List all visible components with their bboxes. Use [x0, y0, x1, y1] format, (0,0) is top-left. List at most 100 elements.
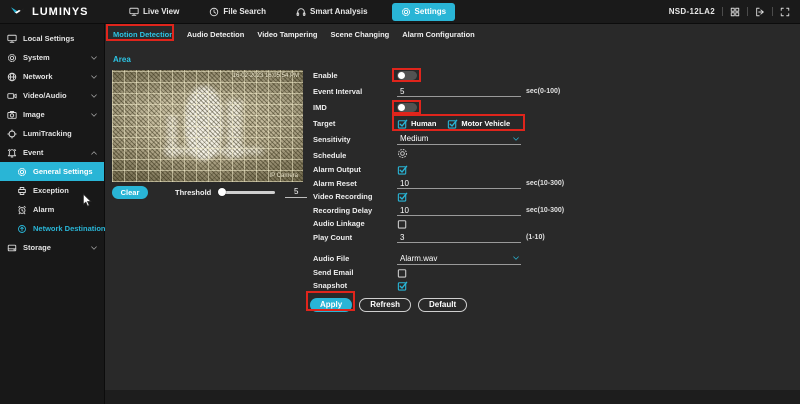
sidebar-item-label: LumiTracking [23, 129, 72, 138]
form-row-alarm-output: Alarm Output [313, 163, 623, 177]
play-count-range: (1-10) [526, 233, 545, 241]
apply-button[interactable]: Apply [310, 297, 353, 312]
nav-label: Settings [414, 7, 447, 16]
clear-button[interactable]: Clear [112, 185, 148, 199]
form-row-sensitivity: Sensitivity Medium [313, 131, 623, 147]
chevron-down-icon [513, 256, 519, 260]
form-actions: Apply Refresh Default [310, 297, 623, 312]
sidebar-item-local-settings[interactable]: Local Settings [0, 29, 104, 48]
checkbox-unchecked-icon[interactable] [397, 218, 408, 229]
sidebar-item-network-destination[interactable]: Network Destination [0, 219, 106, 238]
grid-icon[interactable] [730, 7, 740, 17]
enable-label: Enable [313, 70, 338, 80]
nav-smart-analysis[interactable]: Smart Analysis [290, 3, 374, 21]
target-option-motor-vehicle[interactable]: Motor Vehicle [447, 118, 510, 129]
monitor-icon [129, 7, 139, 16]
audio-file-select[interactable]: Alarm.wav [397, 253, 521, 265]
tab-motion-detection[interactable]: Motion Detection [113, 30, 174, 39]
target-option-human[interactable]: Human [397, 118, 436, 129]
checkbox-checked-icon[interactable] [397, 280, 408, 291]
area-tools-row: Clear Threshold 5 [112, 185, 308, 199]
sidebar-item-video-audio[interactable]: Video/Audio [0, 86, 104, 105]
topbar: LUMINYS Live View File Search Smart Anal… [0, 0, 800, 24]
threshold-value[interactable]: 5 [285, 187, 308, 198]
form-row-target: Target Human Motor Vehicle [313, 115, 623, 131]
clock-search-icon [210, 7, 219, 16]
form-row-imd: IMD [313, 99, 623, 115]
motion-area-preview[interactable]: 16-02-2023 16:05:54 PM IP Camera [112, 70, 303, 182]
schedule-label: Schedule [313, 150, 347, 160]
nav-settings[interactable]: Settings [391, 2, 456, 21]
nav-live-view[interactable]: Live View [123, 3, 185, 21]
nav-label: File Search [223, 7, 267, 16]
destination-icon [18, 224, 26, 233]
tab-scene-changing[interactable]: Scene Changing [330, 30, 389, 39]
sidebar-item-label: Storage [23, 243, 51, 252]
tab-alarm-configuration[interactable]: Alarm Configuration [402, 30, 475, 39]
storage-icon [7, 244, 17, 251]
sidebar-item-storage[interactable]: Storage [0, 238, 104, 257]
tab-bar: Motion Detection Audio Detection Video T… [105, 24, 800, 39]
checkbox-checked-icon[interactable] [397, 191, 408, 202]
toggle-knob [398, 71, 405, 79]
area-section-title: Area [113, 55, 131, 64]
sidebar-item-general-settings[interactable]: General Settings [0, 162, 104, 181]
default-button[interactable]: Default [418, 297, 468, 312]
threshold-slider[interactable] [218, 188, 276, 196]
sidebar: Local Settings System Network Video/Audi… [0, 24, 106, 404]
sidebar-item-label: System [23, 53, 50, 62]
gear-icon [18, 167, 26, 176]
sidebar-item-network[interactable]: Network [0, 67, 104, 86]
tab-audio-detection[interactable]: Audio Detection [187, 30, 245, 39]
enable-toggle[interactable] [397, 70, 417, 80]
sensitivity-label: Sensitivity [313, 134, 351, 144]
nav-label: Live View [143, 7, 180, 16]
event-interval-range: sec(0-100) [526, 87, 561, 95]
sidebar-item-event[interactable]: Event [0, 143, 104, 162]
sidebar-item-system[interactable]: System [0, 48, 104, 67]
recording-delay-input[interactable]: 10 [397, 204, 521, 217]
chevron-down-icon [513, 136, 519, 141]
play-count-input[interactable]: 3 [397, 231, 521, 244]
checkbox-checked-icon[interactable] [447, 118, 458, 129]
alarm-reset-input[interactable]: 10 [397, 177, 521, 190]
sidebar-item-lumitracking[interactable]: LumiTracking [0, 124, 104, 143]
form-row-send-email: Send Email [313, 266, 623, 280]
fullscreen-icon[interactable] [780, 7, 790, 17]
monitor-icon [7, 34, 17, 43]
video-recording-label: Video Recording [313, 192, 373, 202]
separator [772, 7, 773, 16]
chevron-down-icon [91, 55, 97, 60]
checkbox-checked-icon[interactable] [397, 118, 408, 129]
form-row-enable: Enable [313, 67, 623, 83]
refresh-button[interactable]: Refresh [359, 297, 412, 312]
logout-icon[interactable] [755, 7, 765, 17]
headset-icon [296, 7, 306, 16]
tab-video-tampering[interactable]: Video Tampering [257, 30, 317, 39]
imd-toggle[interactable] [397, 102, 417, 112]
sidebar-item-label: Network Destination [33, 224, 106, 233]
slider-knob[interactable] [218, 188, 227, 196]
recording-delay-range: sec(10-300) [526, 206, 565, 214]
sidebar-item-label: Local Settings [23, 34, 75, 43]
nav-file-search[interactable]: File Search [203, 3, 272, 21]
device-name: NSD-12LA2 [668, 7, 715, 16]
event-interval-label: Event Interval [313, 86, 363, 96]
detection-grid-overlay [112, 70, 303, 182]
chevron-down-icon [91, 74, 97, 79]
chevron-down-icon [91, 245, 97, 250]
checkbox-checked-icon[interactable] [397, 164, 408, 175]
schedule-gear-icon[interactable] [397, 146, 408, 164]
form-row-schedule: Schedule [313, 147, 623, 163]
form-row-video-recording: Video Recording [313, 190, 623, 204]
send-email-label: Send Email [313, 267, 354, 277]
sidebar-item-image[interactable]: Image [0, 105, 104, 124]
brand: LUMINYS [0, 5, 105, 18]
recording-delay-label: Recording Delay [313, 205, 373, 215]
sensitivity-select[interactable]: Medium [397, 133, 521, 145]
topbar-right: NSD-12LA2 [669, 7, 800, 17]
video-timestamp: 16-02-2023 16:05:54 PM [232, 73, 299, 79]
event-interval-input[interactable]: 5 [397, 85, 521, 97]
checkbox-unchecked-icon[interactable] [397, 267, 408, 278]
sidebar-item-label: Event [23, 148, 44, 157]
